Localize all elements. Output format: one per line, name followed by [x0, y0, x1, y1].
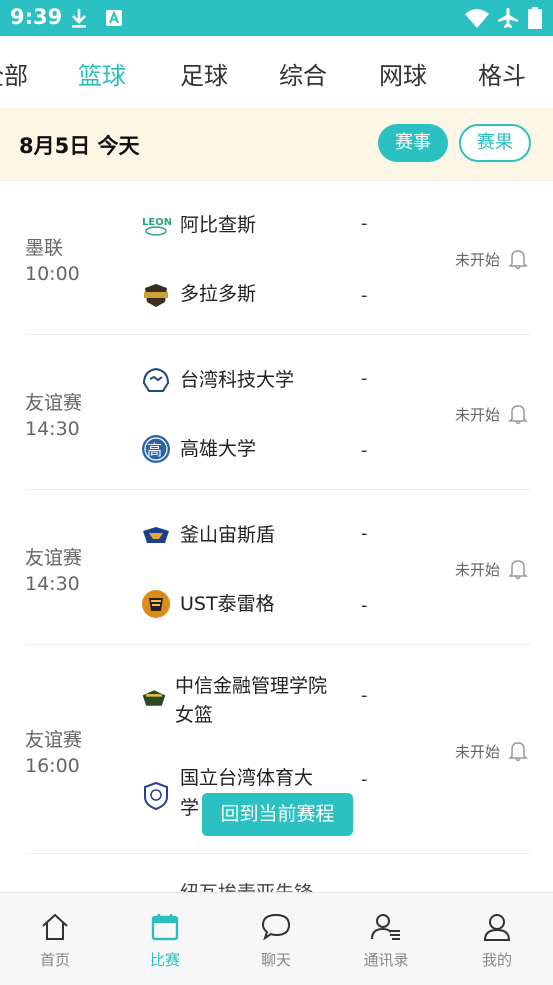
bell-icon[interactable] — [508, 403, 528, 425]
tab-all[interactable]: 全部 — [0, 56, 28, 91]
match-status: 未开始 — [455, 743, 501, 761]
tab-general[interactable]: 综合 — [279, 56, 327, 91]
download-icon — [72, 9, 86, 28]
away-score: - — [361, 769, 368, 790]
league-name: 友谊赛 — [25, 547, 83, 569]
bottom-nav: 首页 比赛 聊天 通讯录 我的 — [0, 892, 553, 985]
away-team-name-line2: 学 — [180, 797, 200, 819]
team-logo-icon: LEON — [142, 217, 171, 236]
match-item[interactable]: 墨联 10:00 LEON 阿比查斯 - 多拉多斯 - 未开始 — [25, 180, 530, 335]
home-team-name: 纽瓦埃麦亚先锋 — [180, 878, 313, 892]
nav-me[interactable]: 我的 — [442, 893, 552, 985]
tab-tennis[interactable]: 网球 — [379, 56, 427, 91]
team-logo-icon — [144, 781, 168, 811]
current-date[interactable]: 8月5日 今天 — [19, 130, 140, 160]
nav-contacts-label: 通讯录 — [363, 951, 409, 969]
sport-tabs: 全部 篮球 足球 综合 网球 格斗 — [0, 36, 553, 108]
match-time: 10:00 — [25, 263, 80, 285]
home-score: - — [361, 213, 368, 234]
away-team-name: 多拉多斯 — [180, 283, 257, 305]
match-list[interactable]: 墨联 10:00 LEON 阿比查斯 - 多拉多斯 - 未开始 友谊赛 14:3… — [0, 180, 553, 892]
nav-home[interactable]: 首页 — [0, 893, 110, 985]
user-icon — [483, 914, 511, 941]
nav-home-label: 首页 — [39, 951, 70, 969]
match-item[interactable]: 纽瓦埃麦亚先锋 — [25, 854, 530, 892]
airplane-icon — [498, 8, 518, 28]
date-bar: 8月5日 今天 赛事 赛果 — [0, 108, 553, 181]
away-team-name: 高雄大学 — [180, 438, 257, 460]
bell-icon[interactable] — [508, 740, 528, 762]
contacts-icon — [371, 914, 400, 940]
home-team-name: 釜山宙斯盾 — [180, 524, 276, 546]
match-item[interactable]: 友谊赛 14:30 釜山宙斯盾 - UST泰雷格 - 未开始 — [25, 490, 530, 645]
away-team-name-line1: 国立台湾体育大 — [180, 767, 314, 789]
wifi-icon — [465, 9, 489, 28]
match-item[interactable]: 友谊赛 14:30 台湾科技大学 - 高 高雄大学 - 未开始 — [25, 335, 530, 490]
tab-football[interactable]: 足球 — [180, 56, 228, 91]
home-team-name: 台湾科技大学 — [180, 369, 295, 391]
nav-me-label: 我的 — [481, 951, 512, 969]
tab-combat[interactable]: 格斗 — [478, 56, 526, 91]
team-logo-icon — [142, 690, 166, 706]
home-icon — [42, 913, 68, 940]
away-score: - — [361, 595, 368, 616]
results-button[interactable]: 赛果 — [459, 124, 531, 162]
nav-contacts[interactable]: 通讯录 — [331, 893, 441, 985]
match-status: 未开始 — [455, 561, 501, 579]
status-bar: 9:39 — [0, 0, 553, 36]
calendar-icon — [151, 914, 179, 941]
team-logo-icon — [144, 284, 168, 307]
away-score: - — [361, 285, 368, 306]
league-name: 友谊赛 — [25, 729, 83, 751]
battery-icon — [528, 7, 542, 29]
back-to-current-button[interactable]: 回到当前赛程 — [202, 793, 353, 836]
home-score: - — [361, 685, 368, 706]
home-score: - — [361, 368, 368, 389]
team-logo-icon — [142, 590, 170, 618]
league-name: 友谊赛 — [25, 392, 83, 414]
a-badge-icon — [106, 10, 122, 26]
match-status: 未开始 — [455, 251, 501, 269]
home-team-name-line1: 中信金融管理学院 — [175, 675, 328, 697]
away-team-name: UST泰雷格 — [180, 593, 275, 615]
match-time: 14:30 — [25, 418, 80, 440]
team-logo-icon — [142, 367, 170, 392]
nav-matches-label: 比赛 — [149, 951, 180, 969]
team-logo-icon: 高 — [142, 435, 170, 463]
league-name: 墨联 — [25, 237, 64, 259]
nav-chat[interactable]: 聊天 — [221, 893, 331, 985]
match-time: 16:00 — [25, 755, 80, 777]
bell-icon[interactable] — [508, 248, 528, 270]
bell-icon[interactable] — [508, 558, 528, 580]
match-time: 14:30 — [25, 573, 80, 595]
nav-chat-label: 聊天 — [260, 951, 291, 969]
home-score: - — [361, 523, 368, 544]
team-logo-icon — [143, 527, 169, 543]
svg-text:高: 高 — [147, 441, 162, 459]
nav-matches[interactable]: 比赛 — [110, 893, 220, 985]
chat-bubble-icon — [261, 913, 291, 941]
home-team-name: 阿比查斯 — [180, 214, 257, 236]
status-time: 9:39 — [10, 5, 63, 29]
away-score: - — [361, 440, 368, 461]
match-status: 未开始 — [455, 406, 501, 424]
tab-basketball[interactable]: 篮球 — [78, 56, 126, 91]
events-button[interactable]: 赛事 — [378, 124, 448, 162]
home-team-name-line2: 女篮 — [175, 704, 214, 726]
